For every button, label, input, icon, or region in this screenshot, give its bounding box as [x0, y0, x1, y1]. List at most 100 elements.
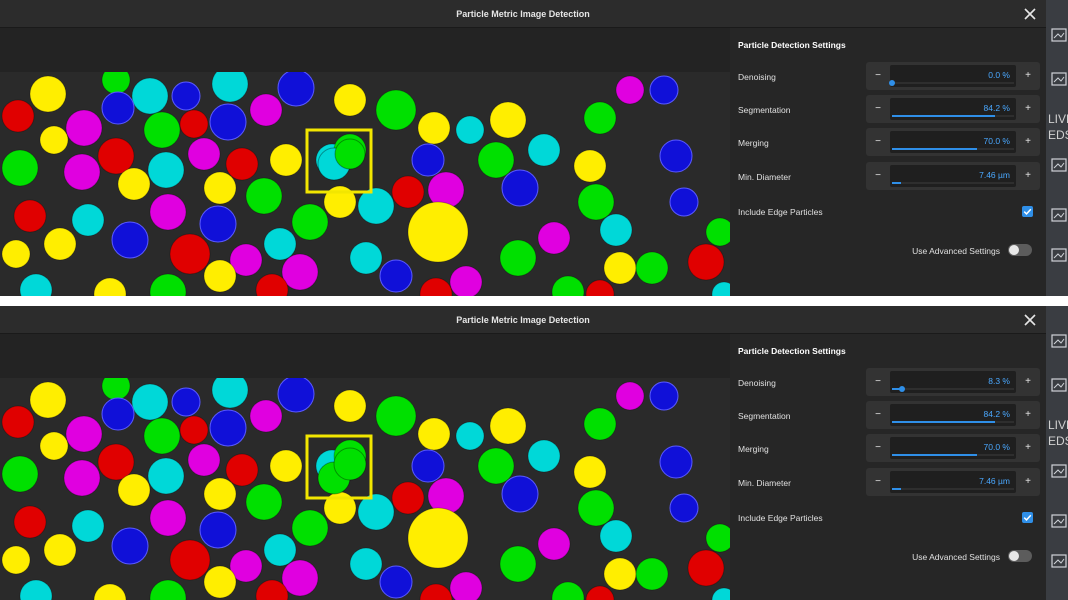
- particle: [333, 83, 367, 117]
- particle: [117, 473, 151, 507]
- particle: [147, 151, 185, 189]
- particle: [1, 455, 39, 493]
- antenna-icon[interactable]: [1050, 376, 1068, 394]
- slider-track: [892, 182, 1014, 184]
- decrement-button[interactable]: −: [868, 368, 888, 396]
- particle: [249, 93, 283, 127]
- setting-value: 84.2 %: [983, 103, 1010, 113]
- particle: [1, 149, 39, 187]
- layers-icon[interactable]: [1050, 512, 1068, 530]
- particle: [65, 109, 103, 147]
- layers-icon[interactable]: [1050, 206, 1068, 224]
- particle: [537, 527, 571, 561]
- decrement-button[interactable]: −: [868, 95, 888, 123]
- increment-button[interactable]: +: [1018, 434, 1038, 462]
- particle: [449, 571, 483, 600]
- grid-icon[interactable]: [1050, 156, 1068, 174]
- decrement-button[interactable]: −: [868, 468, 888, 496]
- image-toolbar: [0, 334, 730, 378]
- particle: [13, 505, 47, 539]
- decrement-button[interactable]: −: [868, 62, 888, 90]
- grid-icon[interactable]: [1050, 462, 1068, 480]
- particle: [65, 415, 103, 453]
- particle: [391, 481, 425, 515]
- slider-knob[interactable]: [899, 386, 906, 392]
- particle: [101, 91, 135, 125]
- setting-stepper: − 70.0 % +: [866, 434, 1040, 462]
- slider-knob[interactable]: [889, 80, 895, 86]
- particle: [203, 259, 237, 293]
- particle: [499, 239, 537, 277]
- dots-icon[interactable]: [1050, 246, 1068, 264]
- increment-button[interactable]: +: [1018, 162, 1038, 190]
- increment-button[interactable]: +: [1018, 368, 1038, 396]
- particle: [263, 227, 297, 261]
- setting-stepper: − 7.46 µm +: [866, 468, 1040, 496]
- particle: [225, 453, 259, 487]
- particle: [245, 177, 283, 215]
- close-icon[interactable]: [1020, 310, 1040, 330]
- setting-slider[interactable]: 84.2 %: [890, 98, 1016, 120]
- particle: [291, 509, 329, 547]
- antenna-icon[interactable]: [1050, 70, 1068, 88]
- slider-track: [892, 148, 1014, 150]
- setting-slider[interactable]: 7.46 µm: [890, 165, 1016, 187]
- particle: [171, 387, 201, 417]
- setting-stepper: − 0.0 % +: [866, 62, 1040, 90]
- particle: [117, 167, 151, 201]
- include-edge-row: Include Edge Particles: [730, 510, 1046, 530]
- setting-slider[interactable]: 84.2 %: [890, 404, 1016, 426]
- particle: [187, 137, 221, 171]
- increment-button[interactable]: +: [1018, 95, 1038, 123]
- particle: [179, 109, 209, 139]
- detection-window-after: Particle Metric Image Detection Particle…: [0, 306, 1068, 600]
- advanced-settings-toggle[interactable]: [1008, 244, 1032, 256]
- toggle-knob: [1009, 245, 1019, 255]
- setting-slider[interactable]: 70.0 %: [890, 437, 1016, 459]
- setting-slider[interactable]: 8.3 %: [890, 371, 1016, 393]
- particle: [179, 415, 209, 445]
- particle: [635, 557, 669, 591]
- setting-slider[interactable]: 7.46 µm: [890, 471, 1016, 493]
- side-tool-strip: LIVE EDS: [1046, 0, 1068, 296]
- particle: [379, 565, 413, 599]
- particle: [649, 381, 679, 411]
- include-edge-checkbox[interactable]: [1022, 206, 1033, 217]
- particle: [489, 407, 527, 445]
- particle: [203, 477, 237, 511]
- particle: [705, 523, 730, 553]
- particle: [407, 507, 469, 569]
- slider-track: [892, 488, 1014, 490]
- image-icon[interactable]: [1050, 26, 1068, 44]
- increment-button[interactable]: +: [1018, 468, 1038, 496]
- setting-label: Segmentation: [738, 411, 791, 421]
- dots-icon[interactable]: [1050, 552, 1068, 570]
- image-icon[interactable]: [1050, 332, 1068, 350]
- particle-image[interactable]: [0, 378, 730, 600]
- particle: [537, 221, 571, 255]
- particle: [101, 397, 135, 431]
- decrement-button[interactable]: −: [868, 128, 888, 156]
- increment-button[interactable]: +: [1018, 128, 1038, 156]
- setting-row-merging: Merging − 70.0 % +: [730, 128, 1046, 158]
- setting-slider[interactable]: 0.0 %: [889, 65, 1016, 87]
- close-icon[interactable]: [1020, 4, 1040, 24]
- increment-button[interactable]: +: [1018, 62, 1038, 90]
- title-bar: Particle Metric Image Detection: [0, 306, 1046, 334]
- setting-value: 7.46 µm: [979, 170, 1010, 180]
- advanced-settings-toggle[interactable]: [1008, 550, 1032, 562]
- particle: [169, 233, 211, 275]
- particle: [577, 489, 615, 527]
- setting-slider[interactable]: 70.0 %: [890, 131, 1016, 153]
- decrement-button[interactable]: −: [868, 162, 888, 190]
- particle: [1, 545, 31, 575]
- decrement-button[interactable]: −: [868, 401, 888, 429]
- particle: [603, 557, 637, 591]
- setting-label: Denoising: [738, 72, 776, 82]
- increment-button[interactable]: +: [1018, 401, 1038, 429]
- particle: [1, 405, 35, 439]
- include-edge-label: Include Edge Particles: [738, 207, 823, 217]
- decrement-button[interactable]: −: [868, 434, 888, 462]
- particle-image[interactable]: [0, 72, 730, 296]
- include-edge-checkbox[interactable]: [1022, 512, 1033, 523]
